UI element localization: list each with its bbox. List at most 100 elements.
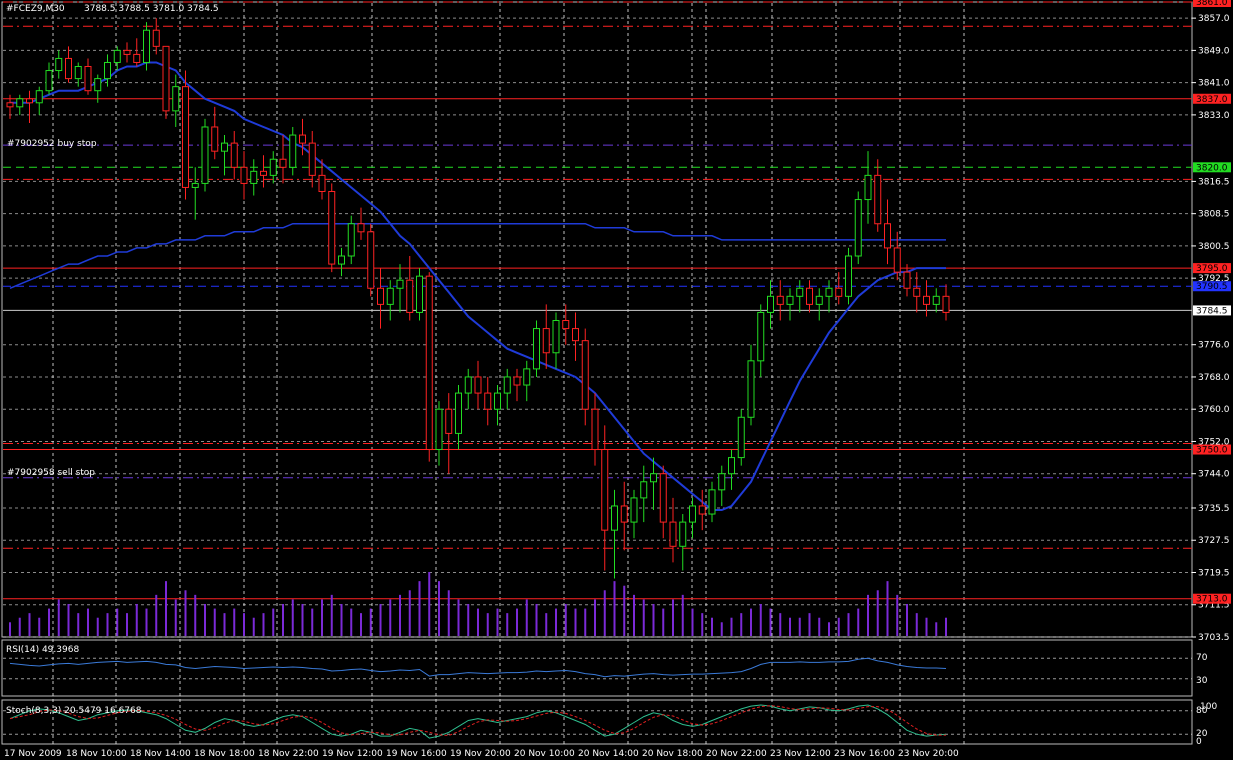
candle-body-76 xyxy=(747,360,755,418)
candle-body-62 xyxy=(611,505,618,531)
price-tick-label-8: 3776.0 xyxy=(1198,341,1230,351)
time-axis-label-4: 18 Nov 22:00 xyxy=(258,749,319,759)
candle-body-3 xyxy=(35,90,43,104)
candle-body-45 xyxy=(445,408,453,434)
candle-body-82 xyxy=(806,287,813,305)
candle-body-66 xyxy=(650,473,657,483)
candle-body-88 xyxy=(864,174,872,201)
candle-body-20 xyxy=(201,126,209,184)
candle-body-77 xyxy=(757,311,765,362)
candle-body-5 xyxy=(55,57,63,72)
time-axis-label-9: 20 Nov 14:00 xyxy=(578,749,639,759)
candle-body-94 xyxy=(923,295,930,305)
candle-body-53 xyxy=(523,368,531,386)
time-axis-label-13: 23 Nov 16:00 xyxy=(834,749,895,759)
price-tick-label-9: 3768.0 xyxy=(1198,373,1230,383)
candle-body-34 xyxy=(338,255,345,265)
rsi-label: RSI(14) 49.3968 xyxy=(6,645,79,655)
candle-body-13 xyxy=(133,53,141,63)
time-axis-label-5: 19 Nov 12:00 xyxy=(322,749,383,759)
candle-body-6 xyxy=(65,57,72,80)
candle-body-80 xyxy=(786,295,794,305)
candle-body-24 xyxy=(240,166,248,184)
candle-body-27 xyxy=(269,158,277,176)
candle-body-11 xyxy=(113,49,121,63)
trading-chart[interactable]: 3857.0 3849.0 3841.0 3833.0 3816.5 3808.5 3800… xyxy=(0,0,1233,760)
candle-body-36 xyxy=(357,223,365,233)
candle-body-29 xyxy=(289,134,297,168)
price-tick-label-4: 3816.5 xyxy=(1198,177,1230,187)
candle-body-86 xyxy=(845,255,852,297)
candle-body-91 xyxy=(893,247,901,273)
candle-body-19 xyxy=(191,182,199,188)
time-axis-label-12: 23 Nov 12:00 xyxy=(770,749,831,759)
price-level-tag-label-0: 3861.0 xyxy=(1196,0,1228,8)
buy-stop-order-label: #7902952 buy stop xyxy=(7,139,97,149)
price-level-tag-label-5: 3750.0 xyxy=(1196,446,1228,456)
candle-body-10 xyxy=(104,61,111,80)
candle-body-33 xyxy=(328,190,336,265)
candle-body-37 xyxy=(367,231,375,289)
candle-body-55 xyxy=(542,328,550,354)
candle-body-90 xyxy=(884,223,891,249)
candle-body-0 xyxy=(6,102,14,108)
candle-body-42 xyxy=(416,275,423,313)
candle-body-73 xyxy=(718,473,726,491)
candle-body-67 xyxy=(659,473,667,523)
price-tick-label-1: 3849.0 xyxy=(1198,46,1230,56)
candle-body-56 xyxy=(552,320,560,354)
candle-body-79 xyxy=(776,295,784,305)
candle-body-83 xyxy=(815,295,823,305)
candle-body-72 xyxy=(708,489,716,515)
candle-body-28 xyxy=(279,158,287,168)
candle-body-17 xyxy=(172,86,180,112)
price-tick-label-2: 3841.0 xyxy=(1198,79,1230,89)
candle-body-35 xyxy=(347,223,355,257)
price-tick-label-14: 3727.5 xyxy=(1198,536,1230,546)
candle-body-30 xyxy=(299,134,306,144)
candle-body-54 xyxy=(533,328,540,370)
candle-body-1 xyxy=(16,98,24,108)
candle-body-68 xyxy=(669,521,677,547)
candle-body-84 xyxy=(825,287,833,297)
time-axis: 17 Nov 2009 18 Nov 10:00 18 Nov 14:00 18 No… xyxy=(4,749,959,759)
time-axis-label-11: 20 Nov 22:00 xyxy=(706,749,767,759)
candle-body-63 xyxy=(620,505,628,523)
candle-body-71 xyxy=(698,505,706,515)
candle-body-75 xyxy=(737,416,745,459)
candle-body-92 xyxy=(903,271,911,289)
candle-body-25 xyxy=(250,170,258,184)
price-tick-label-0: 3857.0 xyxy=(1198,14,1230,24)
candle-body-61 xyxy=(601,449,609,531)
candle-body-81 xyxy=(796,287,804,297)
stoch-level-0: 0 xyxy=(1196,737,1202,747)
candle-body-49 xyxy=(484,392,492,410)
price-tick-label-3: 3833.0 xyxy=(1198,111,1230,121)
candle-body-9 xyxy=(94,78,102,92)
stoch-level-80: 80 xyxy=(1196,706,1208,716)
candle-body-43 xyxy=(425,275,433,451)
price-level-tag-label-4: 3790.5 xyxy=(1196,282,1228,292)
time-axis-label-0: 17 Nov 2009 xyxy=(4,749,62,759)
price-tick-label-15: 3719.5 xyxy=(1198,568,1230,578)
candle-body-87 xyxy=(854,199,862,257)
chart-symbol-timeframe: #FCEZ9,M30 xyxy=(6,4,65,14)
candle-body-40 xyxy=(396,279,404,289)
candle-body-65 xyxy=(640,481,648,499)
candle-body-96 xyxy=(942,295,950,313)
sell-stop-order-label: #7902958 sell stop xyxy=(7,468,95,478)
price-level-tag-label-1: 3837.0 xyxy=(1196,95,1228,105)
candle-body-74 xyxy=(728,457,735,475)
candle-body-8 xyxy=(84,66,92,92)
candle-body-57 xyxy=(562,320,570,330)
time-axis-label-10: 20 Nov 18:00 xyxy=(642,749,703,759)
time-axis-label-2: 18 Nov 14:00 xyxy=(130,749,191,759)
price-level-tag-label-3: 3795.0 xyxy=(1196,264,1228,274)
candle-body-32 xyxy=(318,174,326,192)
candle-body-50 xyxy=(494,392,501,410)
rsi-level-70: 70 xyxy=(1196,653,1208,663)
candle-body-59 xyxy=(581,340,589,410)
candle-body-7 xyxy=(74,66,82,80)
candle-body-78 xyxy=(767,295,774,313)
candle-body-12 xyxy=(123,49,131,55)
